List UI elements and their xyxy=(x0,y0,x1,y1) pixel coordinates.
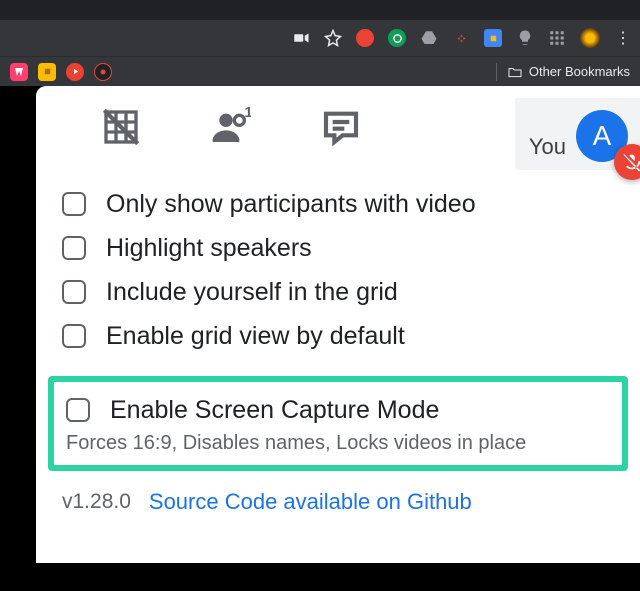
other-bookmarks-button[interactable]: Other Bookmarks xyxy=(507,64,630,80)
checkbox[interactable] xyxy=(66,398,90,422)
browser-toolbar: ⋮ xyxy=(0,20,640,56)
bulb-icon[interactable] xyxy=(516,29,534,47)
page-stage: 1 You A Only show participants with vide… xyxy=(0,86,640,591)
bookmark-divider xyxy=(496,63,497,81)
tab-chat[interactable] xyxy=(286,86,396,168)
option-label: Include yourself in the grid xyxy=(106,278,398,307)
extension-icon-3[interactable] xyxy=(452,29,470,47)
option-only-video: Only show participants with video xyxy=(62,182,614,226)
options-list: Only show participants with video Highli… xyxy=(36,168,640,358)
tab-grid[interactable] xyxy=(66,86,176,168)
option-grid-default: Enable grid view by default xyxy=(62,314,614,358)
option-label: Only show participants with video xyxy=(106,190,476,219)
panel-footer: v1.28.0 Source Code available on Github xyxy=(36,471,640,515)
option-highlight-speakers: Highlight speakers xyxy=(62,226,614,270)
bookmark-icon-3[interactable] xyxy=(66,63,84,81)
bookmark-icon-1[interactable] xyxy=(10,63,28,81)
browser-tab-strip xyxy=(0,0,640,20)
option-label: Highlight speakers xyxy=(106,234,312,263)
bookmark-icon-4[interactable] xyxy=(94,63,112,81)
checkbox[interactable] xyxy=(62,236,86,260)
highlight-box: Enable Screen Capture Mode Forces 16:9, … xyxy=(48,376,628,471)
option-label: Enable grid view by default xyxy=(106,322,405,351)
bookmarks-bar: Other Bookmarks xyxy=(0,56,640,86)
option-label: Enable Screen Capture Mode xyxy=(110,396,439,425)
bookmark-icon-2[interactable] xyxy=(38,63,56,81)
checkbox[interactable] xyxy=(62,324,86,348)
kebab-menu-icon[interactable]: ⋮ xyxy=(614,28,632,48)
highlight-description: Forces 16:9, Disables names, Locks video… xyxy=(66,432,610,455)
other-bookmarks-label: Other Bookmarks xyxy=(529,64,630,79)
profile-avatar-icon[interactable] xyxy=(580,28,600,48)
camera-icon[interactable] xyxy=(292,29,310,47)
svg-text:1: 1 xyxy=(244,107,251,121)
bookmark-icons xyxy=(10,63,112,81)
drive-icon[interactable] xyxy=(420,29,438,47)
extension-icon-2[interactable] xyxy=(388,29,406,47)
checkbox[interactable] xyxy=(62,192,86,216)
self-label: You xyxy=(529,134,566,160)
star-icon[interactable] xyxy=(324,29,342,47)
checkbox[interactable] xyxy=(62,280,86,304)
tab-people[interactable]: 1 xyxy=(176,86,286,168)
option-screen-capture: Enable Screen Capture Mode xyxy=(66,390,610,430)
toolbar-icons: ⋮ xyxy=(292,28,632,48)
apps-grid-icon[interactable] xyxy=(548,29,566,47)
source-link[interactable]: Source Code available on Github xyxy=(149,489,472,515)
option-include-self: Include yourself in the grid xyxy=(62,270,614,314)
extension-icon-4[interactable] xyxy=(484,29,502,47)
settings-panel: 1 You A Only show participants with vide… xyxy=(36,86,640,563)
extension-icon-1[interactable] xyxy=(356,29,374,47)
version-label: v1.28.0 xyxy=(62,490,131,514)
